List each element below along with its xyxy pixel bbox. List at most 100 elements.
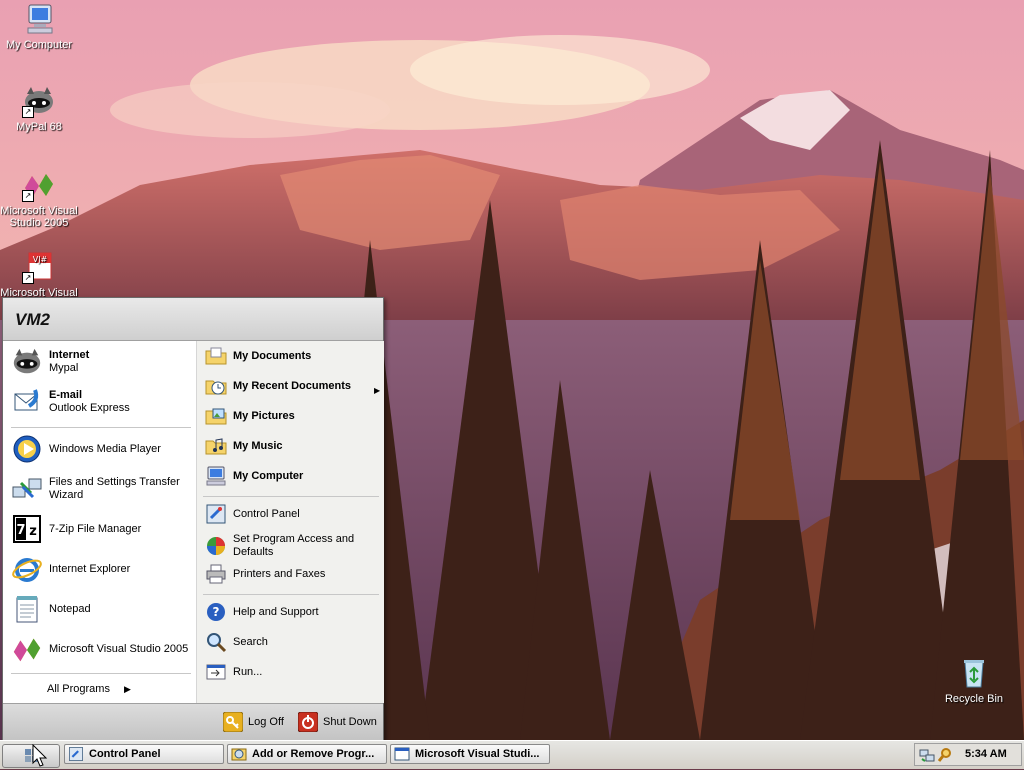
windows-media-player-icon [11,433,43,465]
place-my-music[interactable]: My Music [205,435,283,457]
recent-notepad[interactable]: Notepad [11,593,91,625]
setting-label: Control Panel [233,507,300,520]
log-off-button[interactable]: Log Off [222,711,284,733]
mypal-raccoon-icon: ↗ [22,84,56,118]
visual-jsharp-icon: VJ# ↗ [22,250,56,284]
place-my-pictures[interactable]: My Pictures [205,405,295,427]
program-access-icon [205,535,227,557]
place-my-computer[interactable]: My Computer [205,465,303,487]
notepad-icon [11,593,43,625]
mouse-cursor-icon [32,744,48,767]
place-label: My Pictures [233,409,295,422]
start-menu-left-panel: Internet Mypal E-mail Outlook Express Wind… [3,341,196,703]
folder-music-icon [205,435,227,457]
task-control-panel[interactable]: Control Panel [64,744,224,764]
task-label: Microsoft Visual Studi... [415,748,540,760]
printer-icon [205,563,227,585]
control-panel-icon [205,503,227,525]
place-my-documents[interactable]: My Documents [205,345,311,367]
desktop-icon-visual-jsharp[interactable]: VJ# ↗ Microsoft Visual [0,250,78,299]
recent-internet-explorer[interactable]: Internet Explorer [11,553,130,585]
desktop-icon-label: MyPal 68 [16,121,62,133]
mypal-raccoon-icon [11,346,43,378]
desktop-icon-mypal[interactable]: ↗ MyPal 68 [0,84,78,133]
program-label: Microsoft Visual Studio 2005 [49,642,189,655]
folder-documents-icon [205,345,227,367]
taskbar: Control Panel Add or Remove Progr... Mic… [0,740,1024,769]
desktop-icon-visual-studio[interactable]: ↗ Microsoft Visual Studio 2005 [0,168,78,229]
desktop-icon-label: Recycle Bin [944,693,1004,705]
visual-studio-icon [11,633,43,665]
task-visual-studio[interactable]: Microsoft Visual Studi... [390,744,550,764]
add-remove-programs-icon [231,746,247,762]
separator [11,673,191,674]
recent-windows-media-player[interactable]: Windows Media Player [11,433,161,465]
outlook-express-icon [11,386,43,418]
windows-logo-icon [25,749,38,762]
arrow-right-icon: ▶ [123,683,131,694]
tool-label: Help and Support [233,605,319,618]
shortcut-arrow-icon: ↗ [22,190,34,202]
visual-studio-icon [394,746,410,762]
shut-down-label: Shut Down [323,716,377,728]
search-icon [205,631,227,653]
start-menu-footer: Log Off Shut Down [3,703,383,741]
desktop-icon-label: My Computer [5,39,73,51]
setting-program-access[interactable]: Set Program Access and Defaults [205,533,363,559]
transfer-wizard-icon [11,473,43,505]
pinned-title: E-mail [49,389,83,401]
program-label: Notepad [49,602,91,615]
task-label: Control Panel [89,748,161,760]
place-label: My Music [233,439,283,452]
control-panel-icon [68,746,84,762]
task-add-remove-programs[interactable]: Add or Remove Progr... [227,744,387,764]
recent-7zip[interactable]: 7z 7-Zip File Manager [11,513,141,545]
separator [203,496,379,497]
system-tray: 5:34 AM [914,743,1022,766]
svg-text:?: ? [213,605,220,619]
desktop-icon-recycle-bin[interactable]: Recycle Bin [935,656,1013,705]
pinned-internet[interactable]: Internet Mypal [11,346,89,378]
shut-down-button[interactable]: Shut Down [297,711,377,733]
user-name: VM2 [15,310,50,329]
svg-text:VJ#: VJ# [33,255,48,264]
start-button[interactable] [2,744,60,768]
place-my-recent-documents[interactable]: My Recent Documents [205,375,351,397]
clock[interactable]: 5:34 AM [965,748,1007,760]
desktop-icon-label: Microsoft Visual Studio 2005 [0,205,78,229]
pinned-title: Internet [49,349,90,361]
key-icon [222,711,244,733]
tool-help-and-support[interactable]: ? Help and Support [205,601,319,623]
shortcut-arrow-icon: ↗ [22,106,34,118]
search-icon[interactable] [937,747,953,763]
power-icon [297,711,319,733]
tool-label: Run... [233,665,263,678]
tool-label: Search [233,635,268,648]
help-icon: ? [205,601,227,623]
separator [203,594,379,595]
place-label: My Computer [233,469,304,482]
tool-run[interactable]: Run... [205,661,262,683]
pinned-email[interactable]: E-mail Outlook Express [11,386,130,418]
run-icon [205,661,227,683]
submenu-arrow-icon: ▶ [374,386,381,395]
start-menu-header: VM2 [3,298,383,341]
log-off-label: Log Off [248,716,284,728]
recent-visual-studio[interactable]: Microsoft Visual Studio 2005 [11,633,188,665]
setting-printers-and-faxes[interactable]: Printers and Faxes [205,563,325,585]
start-menu-right-panel: My Documents My Recent Documents ▶ My Pi… [196,341,384,703]
desktop-icon-my-computer[interactable]: My Computer [0,2,78,51]
visual-studio-icon: ↗ [22,168,56,202]
folder-pictures-icon [205,405,227,427]
tool-search[interactable]: Search [205,631,268,653]
setting-label: Printers and Faxes [233,567,326,580]
setting-control-panel[interactable]: Control Panel [205,503,300,525]
all-programs-label: All Programs [47,683,110,695]
svg-text:z: z [29,524,37,539]
all-programs-button[interactable]: All Programs ▶ [47,683,131,695]
program-label: Windows Media Player [49,442,161,455]
recent-transfer-wizard[interactable]: Files and Settings Transfer Wizard [11,473,189,505]
recycle-bin-icon [957,656,991,690]
network-icon[interactable] [919,747,935,763]
task-label: Add or Remove Progr... [252,748,375,760]
